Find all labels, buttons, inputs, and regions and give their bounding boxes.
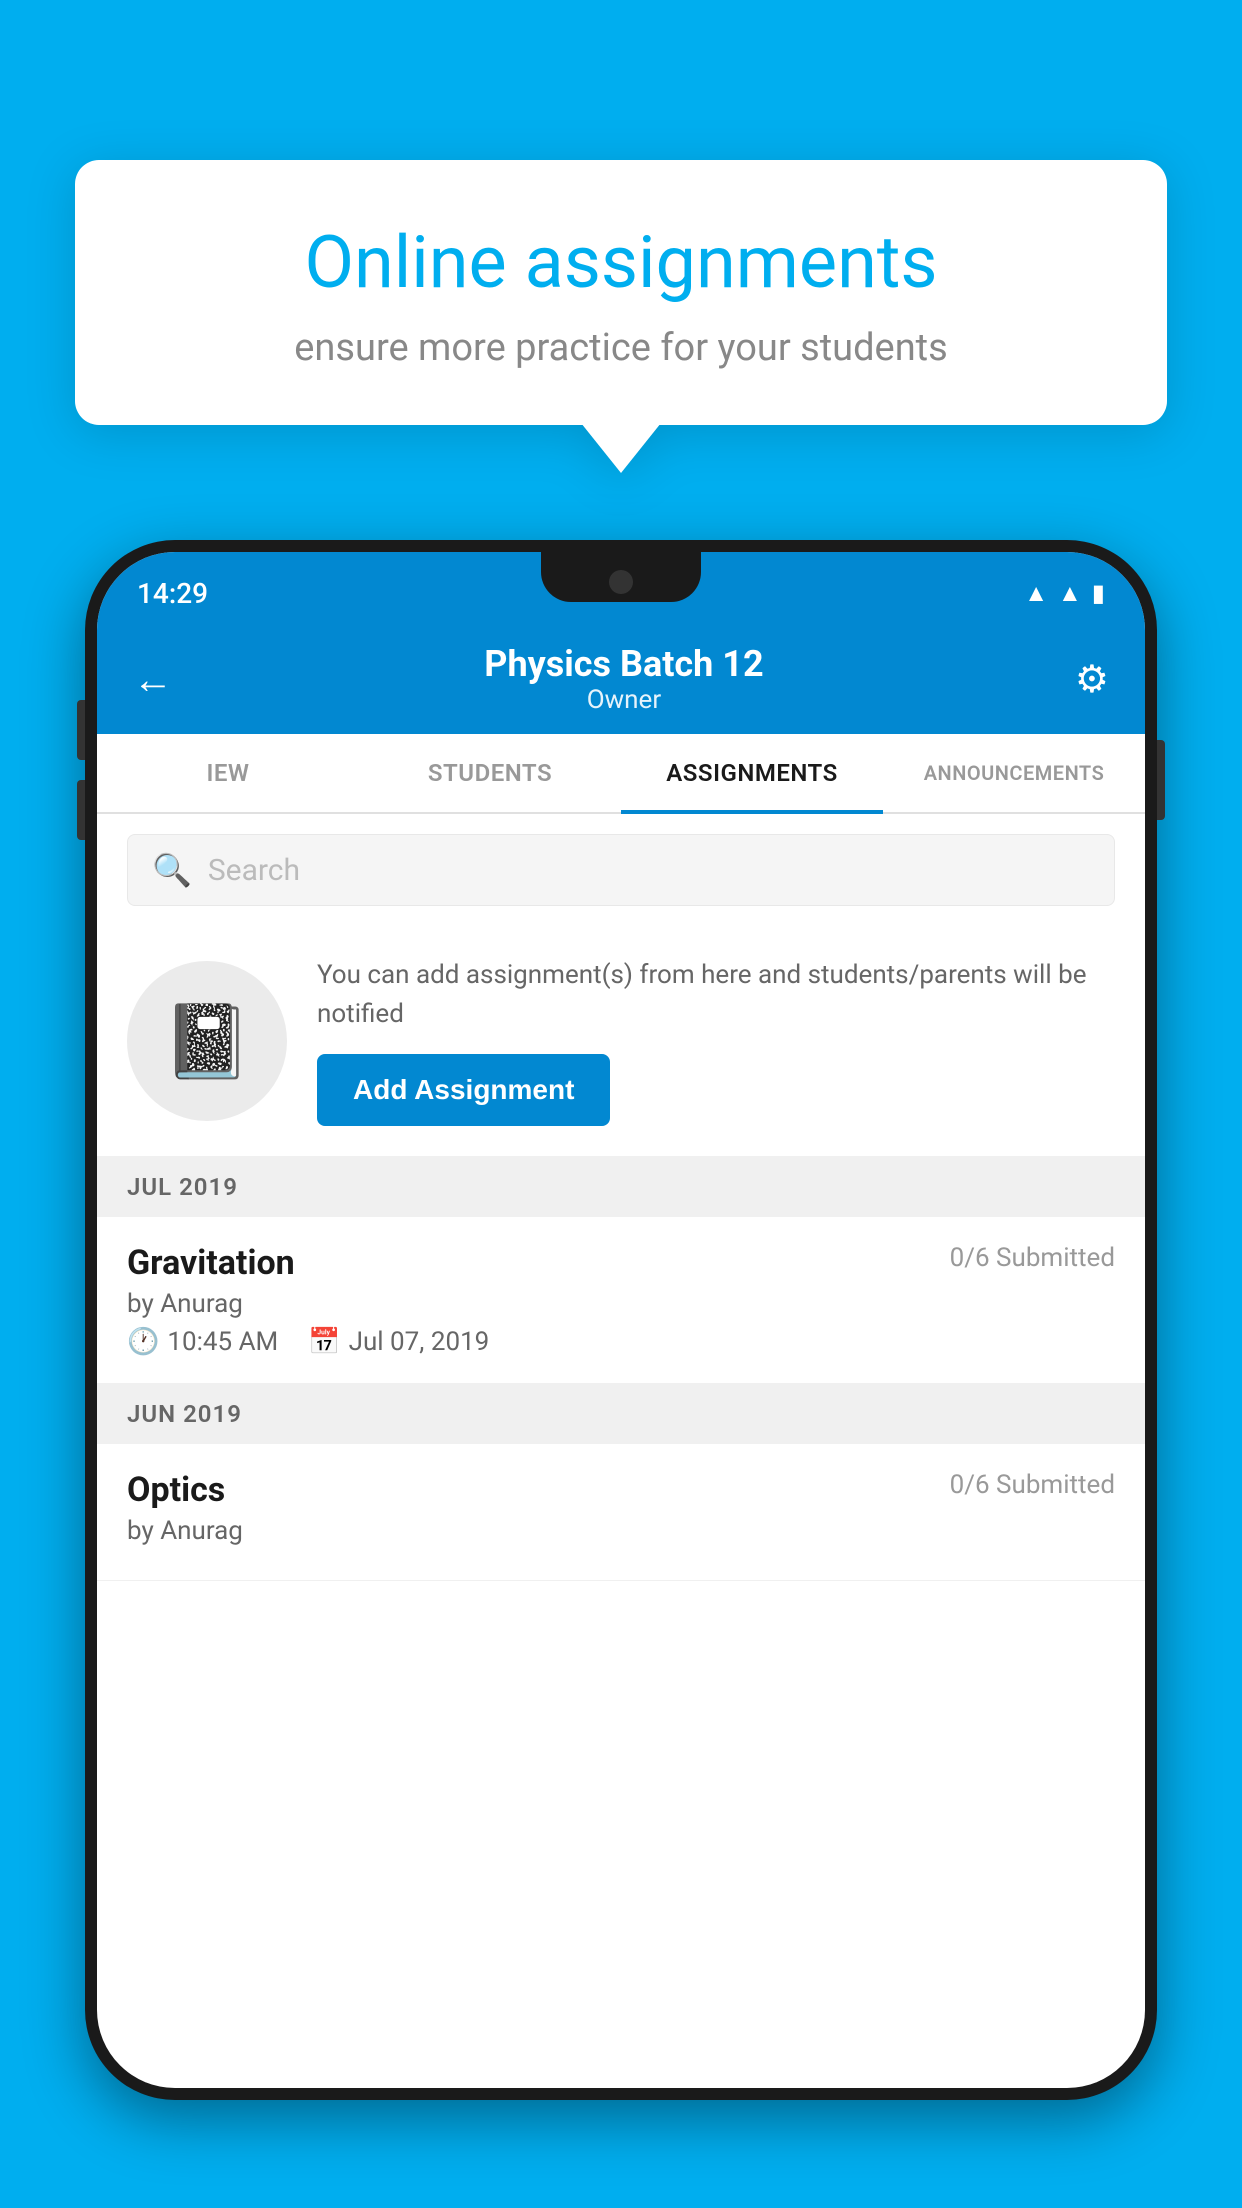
promo-subtitle: ensure more practice for your students [145, 326, 1097, 370]
app-header: ← Physics Batch 12 Owner ⚙ [97, 624, 1145, 734]
power-button [1157, 740, 1165, 820]
meta-time: 🕐 10:45 AM [127, 1327, 278, 1357]
tab-announcements[interactable]: ANNOUNCEMENTS [883, 734, 1145, 812]
section-header-jul: JUL 2019 [97, 1157, 1145, 1217]
back-button[interactable]: ← [133, 656, 173, 703]
assignment-row-top: Gravitation 0/6 Submitted [127, 1243, 1115, 1283]
volume-down-button [77, 780, 85, 840]
settings-icon[interactable]: ⚙ [1075, 657, 1109, 702]
assignment-item-optics[interactable]: Optics 0/6 Submitted by Anurag [97, 1444, 1145, 1581]
phone-notch [541, 552, 701, 602]
add-assignment-section: 📓 You can add assignment(s) from here an… [97, 926, 1145, 1157]
section-month-jun: JUN 2019 [127, 1400, 242, 1428]
promo-title: Online assignments [145, 220, 1097, 306]
assignment-by-optics: by Anurag [127, 1516, 1115, 1546]
assignment-icon-circle: 📓 [127, 961, 287, 1121]
search-icon: 🔍 [152, 851, 192, 889]
section-month-jul: JUL 2019 [127, 1173, 238, 1201]
assignment-name-gravitation: Gravitation [127, 1243, 295, 1283]
status-icons: ▲ ▲ ▮ [1024, 579, 1105, 608]
assignment-name-optics: Optics [127, 1470, 225, 1510]
status-time: 14:29 [137, 577, 208, 610]
assignment-by-gravitation: by Anurag [127, 1289, 1115, 1319]
search-bar[interactable]: 🔍 Search [127, 834, 1115, 906]
assignment-promo-text: You can add assignment(s) from here and … [317, 956, 1115, 1034]
promo-card: Online assignments ensure more practice … [75, 160, 1167, 425]
clock-icon: 🕐 [127, 1327, 159, 1357]
assignment-date: Jul 07, 2019 [349, 1327, 490, 1357]
camera-icon [609, 570, 633, 594]
assignment-promo-content: You can add assignment(s) from here and … [317, 956, 1115, 1126]
tab-assignments[interactable]: ASSIGNMENTS [621, 734, 883, 812]
phone-screen: 14:29 ▲ ▲ ▮ ← Physics Batch 12 Owner ⚙ [97, 552, 1145, 2088]
meta-date: 📅 Jul 07, 2019 [308, 1327, 489, 1357]
assignment-row-top-optics: Optics 0/6 Submitted [127, 1470, 1115, 1510]
assignment-meta-gravitation: 🕐 10:45 AM 📅 Jul 07, 2019 [127, 1327, 1115, 1357]
phone-outer: 14:29 ▲ ▲ ▮ ← Physics Batch 12 Owner ⚙ [85, 540, 1157, 2100]
tabs-bar: IEW STUDENTS ASSIGNMENTS ANNOUNCEMENTS [97, 734, 1145, 814]
assignment-submitted-optics: 0/6 Submitted [950, 1470, 1115, 1500]
phone-mockup: 14:29 ▲ ▲ ▮ ← Physics Batch 12 Owner ⚙ [85, 540, 1157, 2208]
tab-students[interactable]: STUDENTS [359, 734, 621, 812]
volume-up-button [77, 700, 85, 760]
assignment-submitted-gravitation: 0/6 Submitted [950, 1243, 1115, 1273]
header-center: Physics Batch 12 Owner [484, 643, 763, 715]
calendar-icon: 📅 [308, 1327, 340, 1357]
batch-subtitle: Owner [484, 685, 763, 715]
add-assignment-button[interactable]: Add Assignment [317, 1054, 610, 1126]
batch-title: Physics Batch 12 [484, 643, 763, 685]
signal-icon: ▲ [1058, 579, 1082, 608]
search-placeholder: Search [208, 853, 300, 888]
battery-icon: ▮ [1092, 579, 1105, 607]
section-header-jun: JUN 2019 [97, 1384, 1145, 1444]
assignment-item-gravitation[interactable]: Gravitation 0/6 Submitted by Anurag 🕐 10… [97, 1217, 1145, 1384]
search-container: 🔍 Search [97, 814, 1145, 926]
assignment-notebook-icon: 📓 [162, 999, 252, 1084]
wifi-icon: ▲ [1024, 579, 1048, 608]
tab-iew[interactable]: IEW [97, 734, 359, 812]
assignment-time: 10:45 AM [167, 1327, 278, 1357]
